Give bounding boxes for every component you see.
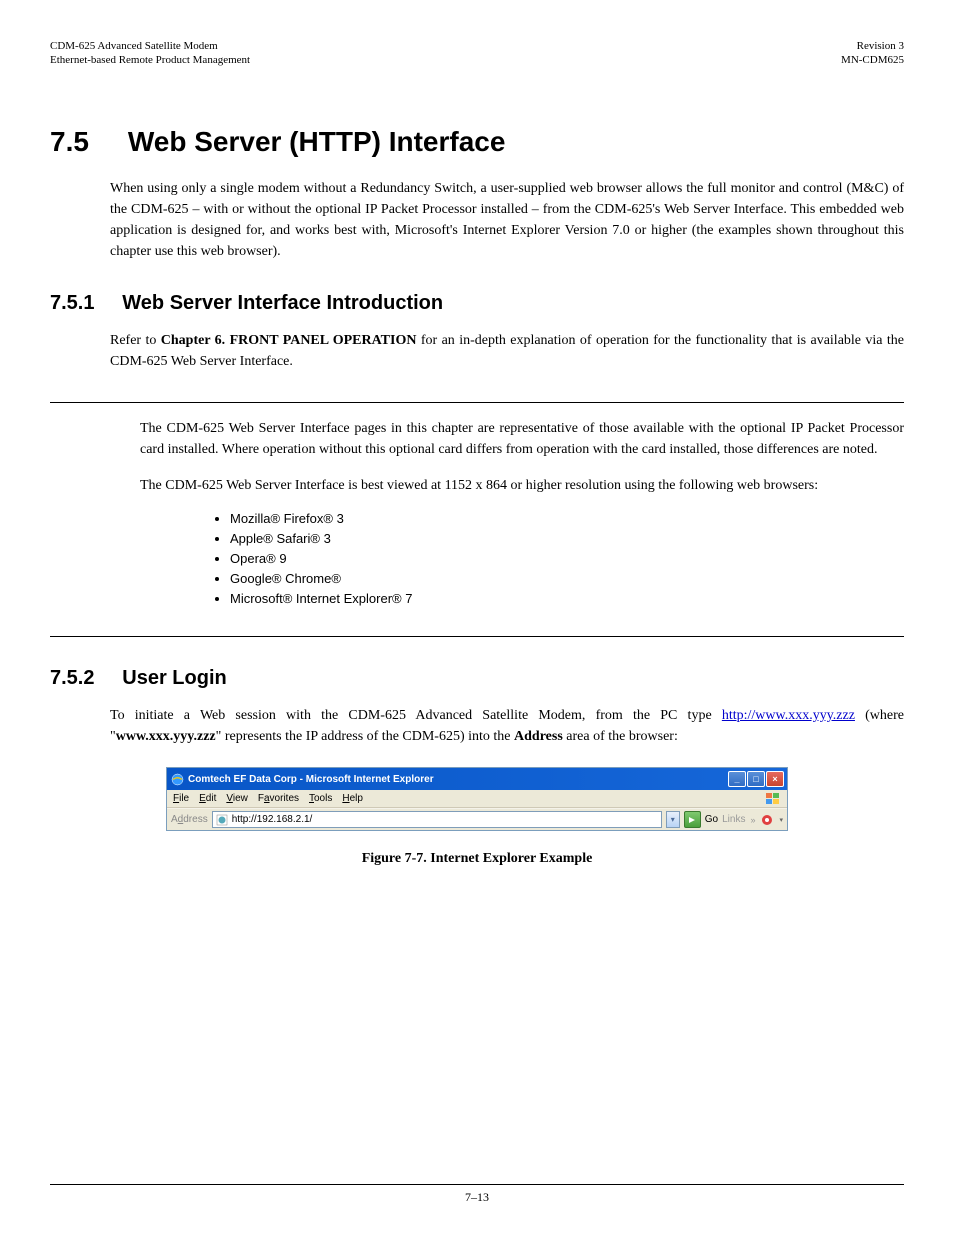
- p5-suf3: area of the browser:: [563, 729, 678, 744]
- section-title-3: User Login: [122, 667, 226, 689]
- paragraph-2: Refer to Chapter 6. FRONT PANEL OPERATIO…: [110, 330, 904, 372]
- browser-list: Mozilla® Firefox® 3 Apple® Safari® 3 Ope…: [230, 511, 904, 606]
- toolbar-icon[interactable]: [760, 813, 774, 827]
- address-input[interactable]: http://192.168.2.1/: [212, 811, 662, 828]
- list-item: Apple® Safari® 3: [230, 531, 904, 546]
- list-item: Opera® 9: [230, 551, 904, 566]
- p2-prefix: Refer to: [110, 333, 161, 348]
- windows-flag-icon: [765, 792, 781, 806]
- header-right-1: Revision 3: [857, 40, 904, 52]
- address-label: Address: [171, 814, 208, 825]
- paragraph-4: The CDM-625 Web Server Interface is best…: [140, 475, 904, 496]
- divider-2: [50, 636, 904, 637]
- section-number-1: 7.5: [50, 126, 89, 157]
- header-left-2: Ethernet-based Remote Product Management: [50, 54, 250, 66]
- address-dropdown-icon[interactable]: ▾: [666, 811, 680, 828]
- list-item: Microsoft® Internet Explorer® 7: [230, 591, 904, 606]
- paragraph-1: When using only a single modem without a…: [110, 178, 904, 262]
- maximize-button[interactable]: □: [747, 771, 765, 787]
- address-url: http://192.168.2.1/: [232, 814, 313, 825]
- section-number-2: 7.5.1: [50, 292, 94, 314]
- menu-help[interactable]: Help: [342, 793, 363, 804]
- menu-view[interactable]: View: [226, 793, 248, 804]
- browser-screenshot: Comtech EF Data Corp - Microsoft Interne…: [166, 767, 788, 831]
- list-item: Mozilla® Firefox® 3: [230, 511, 904, 526]
- p2-bold: Chapter 6. FRONT PANEL OPERATION: [161, 333, 417, 348]
- address-bar: Address http://192.168.2.1/ ▾ Go Links »…: [167, 808, 787, 830]
- p5-bold2: Address: [514, 729, 563, 744]
- links-label[interactable]: Links: [722, 814, 745, 825]
- page-number: 7–13: [465, 1190, 489, 1204]
- close-button[interactable]: ×: [766, 771, 784, 787]
- p5-suf2: " represents the IP address of the CDM-6…: [216, 729, 514, 744]
- ie-icon: [170, 772, 184, 786]
- section-title-2: Web Server Interface Introduction: [122, 292, 443, 314]
- chevron-icon[interactable]: »: [750, 815, 755, 825]
- list-item: Google® Chrome®: [230, 571, 904, 586]
- menu-tools[interactable]: Tools: [309, 793, 332, 804]
- p5-url: http://www.xxx.yyy.zzz: [722, 708, 855, 723]
- menu-file[interactable]: File: [173, 793, 189, 804]
- dropdown-arrow-icon[interactable]: ▾: [779, 816, 783, 824]
- figure-caption: Figure 7-7. Internet Explorer Example: [50, 851, 904, 867]
- header-right-2: MN-CDM625: [841, 54, 904, 66]
- divider-1: [50, 402, 904, 403]
- menu-bar: File Edit View Favorites Tools Help: [167, 790, 787, 808]
- header-left-1: CDM-625 Advanced Satellite Modem: [50, 40, 218, 52]
- go-button[interactable]: [684, 811, 701, 828]
- paragraph-3: The CDM-625 Web Server Interface pages i…: [140, 418, 904, 460]
- minimize-button[interactable]: _: [728, 771, 746, 787]
- section-title-1: Web Server (HTTP) Interface: [128, 126, 506, 157]
- window-title: Comtech EF Data Corp - Microsoft Interne…: [188, 774, 434, 785]
- p5-bold: www.xxx.yyy.zzz: [116, 729, 216, 744]
- go-label: Go: [705, 814, 718, 825]
- paragraph-5: To initiate a Web session with the CDM-6…: [110, 705, 904, 747]
- page-icon: [216, 813, 229, 826]
- p5-text: To initiate a Web session with the CDM-6…: [110, 708, 722, 723]
- menu-edit[interactable]: Edit: [199, 793, 216, 804]
- menu-favorites[interactable]: Favorites: [258, 793, 299, 804]
- title-bar: Comtech EF Data Corp - Microsoft Interne…: [167, 768, 787, 790]
- section-number-3: 7.5.2: [50, 667, 94, 689]
- page-footer: 7–13: [50, 1184, 904, 1205]
